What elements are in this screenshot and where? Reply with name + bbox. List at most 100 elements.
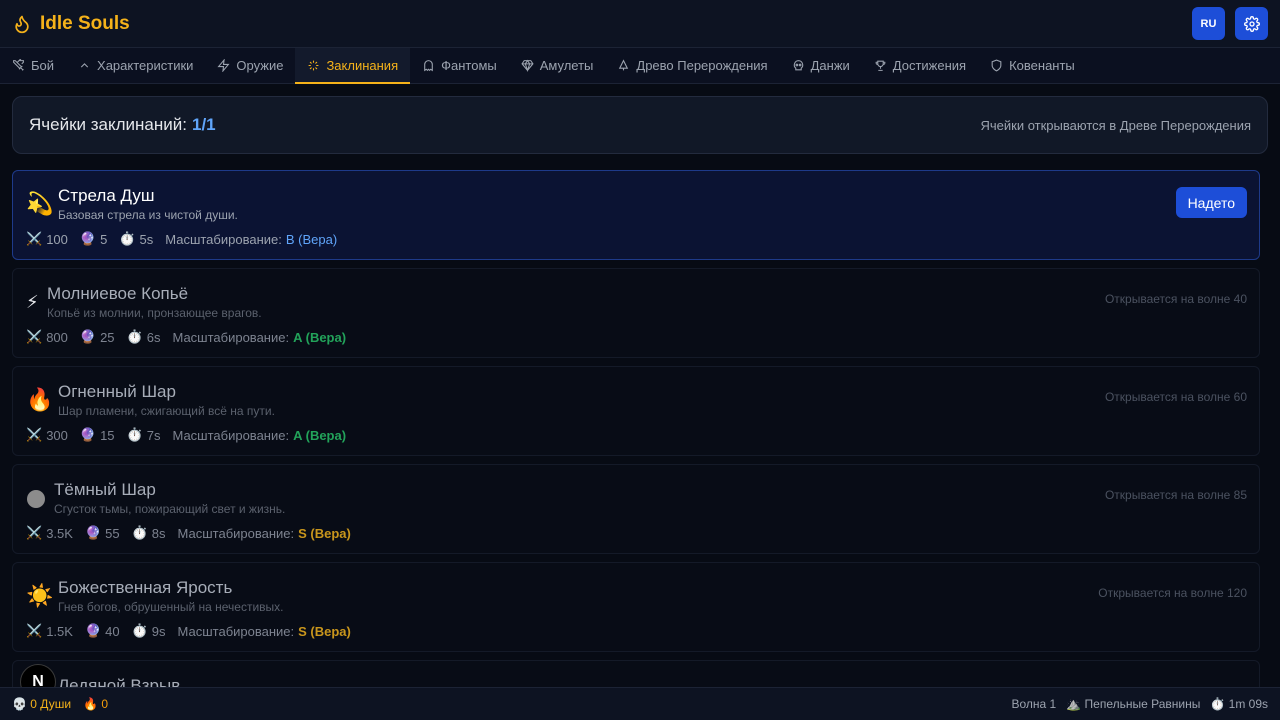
skull-icon bbox=[793, 60, 803, 71]
cooldown-value: 5s bbox=[139, 231, 154, 247]
mana-icon: 🔮 bbox=[79, 427, 97, 442]
equipped-button[interactable]: Надето bbox=[1175, 187, 1247, 218]
scaling-value: S (Вера) bbox=[298, 525, 351, 541]
slots-value: 1/1 bbox=[191, 115, 216, 134]
trophy-icon bbox=[875, 60, 886, 71]
mana-icon: 🔮 bbox=[79, 329, 97, 344]
scaling-value: B (Вера) bbox=[285, 231, 338, 247]
tab-label: Древо Перерождения bbox=[636, 58, 768, 73]
slots-label: Ячейки заклинаний: bbox=[29, 115, 187, 134]
header: Idle Souls RU bbox=[0, 0, 1280, 48]
dark-orb-icon bbox=[26, 485, 45, 514]
bolt-icon bbox=[217, 59, 230, 72]
mountain-icon: ⛰️ bbox=[1066, 697, 1082, 711]
tab-weapons[interactable]: Оружие bbox=[205, 48, 295, 83]
language-button[interactable]: RU bbox=[1192, 7, 1225, 40]
tab-spells[interactable]: Заклинания bbox=[295, 48, 411, 84]
fire-icon: 🔥 bbox=[26, 387, 54, 412]
tab-phantoms[interactable]: Фантомы bbox=[410, 48, 509, 83]
spell-card-lightning-spear[interactable]: ⚡ Молниевое Копьё Копьё из молнии, пронз… bbox=[12, 268, 1260, 358]
spell-name: Божественная Ярость bbox=[58, 578, 233, 597]
scaling-value: A (Вера) bbox=[293, 329, 347, 345]
mana-value: 55 bbox=[105, 525, 120, 541]
tab-label: Характеристики bbox=[97, 58, 194, 73]
spell-stats: ⚔️ 3.5K 🔮 55 ⏱️ 8s Масштабирование: S (Вера) bbox=[26, 525, 351, 541]
status-bar: 💀 0 Души 🔥 0 Волна 1 ⛰️ Пепельные Равнин… bbox=[0, 687, 1280, 720]
lightning-icon: ⚡ bbox=[26, 292, 39, 312]
damage-value: 3.5K bbox=[46, 525, 73, 541]
slots-note: Ячейки открываются в Древе Перерождения bbox=[980, 117, 1251, 133]
unlock-note: Открывается на волне 85 bbox=[1104, 488, 1247, 502]
unlock-note: Открывается на волне 120 bbox=[1098, 586, 1247, 600]
gem-icon bbox=[521, 59, 534, 72]
damage-icon: ⚔️ bbox=[26, 427, 43, 442]
embers-counter: 🔥 0 bbox=[83, 697, 109, 711]
damage-value: 100 bbox=[46, 231, 68, 247]
ghost-icon bbox=[424, 60, 433, 72]
gear-icon bbox=[1243, 15, 1260, 32]
tab-battle[interactable]: Бой bbox=[0, 48, 66, 83]
main-tabs: Бой Характеристики Оружие Заклинания Фан… bbox=[0, 48, 1280, 84]
scaling-value: S (Вера) bbox=[298, 623, 351, 639]
cooldown-icon: ⏱️ bbox=[119, 231, 136, 246]
damage-icon: ⚔️ bbox=[26, 623, 43, 638]
spell-stats: ⚔️ 300 🔮 15 ⏱️ 7s Масштабирование: A (Вера) bbox=[26, 427, 346, 443]
spell-card-ice-blast[interactable]: Ледяной Взрыв bbox=[12, 660, 1260, 687]
spell-desc: Базовая стрела из чистой души. bbox=[58, 208, 238, 222]
skull-icon: 💀 bbox=[12, 697, 27, 711]
spell-stats: ⚔️ 1.5K 🔮 40 ⏱️ 9s Масштабирование: S (Вера) bbox=[26, 623, 351, 639]
cooldown-value: 7s bbox=[146, 427, 161, 443]
damage-value: 800 bbox=[46, 329, 68, 345]
tab-rebirth-tree[interactable]: Древо Перерождения bbox=[605, 48, 779, 83]
tab-stats[interactable]: Характеристики bbox=[66, 48, 205, 83]
spell-desc: Копьё из молнии, пронзающее врагов. bbox=[47, 306, 262, 320]
wave-indicator: Волна 1 bbox=[1011, 697, 1057, 711]
spell-name: Стрела Душ bbox=[58, 186, 155, 205]
spell-card-fireball[interactable]: 🔥 Огненный Шар Шар пламени, сжигающий вс… bbox=[12, 366, 1260, 456]
spell-name: Молниевое Копьё bbox=[47, 284, 189, 303]
spell-name: Огненный Шар bbox=[58, 382, 176, 401]
spell-card-divine-fury[interactable]: ☀️ Божественная Ярость Гнев богов, обруш… bbox=[12, 562, 1260, 652]
soul-arrow-icon: 💫 bbox=[26, 191, 54, 216]
cooldown-value: 8s bbox=[151, 525, 166, 541]
damage-icon: ⚔️ bbox=[26, 231, 43, 246]
scaling-label: Масштабирование: bbox=[177, 525, 295, 541]
spells-panel: Ячейки заклинаний: 1/1 Ячейки открываютс… bbox=[12, 96, 1268, 687]
play-time: ⏱️ 1m 09s bbox=[1210, 697, 1268, 711]
chevron-up-icon bbox=[80, 63, 89, 68]
sparkles-icon bbox=[309, 60, 319, 71]
scaling-value: A (Вера) bbox=[293, 427, 347, 443]
cooldown-value: 9s bbox=[151, 623, 166, 639]
tab-label: Бой bbox=[31, 58, 55, 73]
app-logo[interactable]: Idle Souls bbox=[12, 13, 130, 35]
unlock-note: Открывается на волне 40 bbox=[1104, 292, 1247, 306]
cooldown-icon: ⏱️ bbox=[126, 329, 143, 344]
scaling-label: Масштабирование: bbox=[177, 623, 295, 639]
sun-icon: ☀️ bbox=[26, 583, 54, 608]
tab-label: Фантомы bbox=[441, 58, 497, 73]
settings-button[interactable] bbox=[1235, 7, 1268, 40]
spell-card-dark-orb[interactable]: Тёмный Шар Сгусток тьмы, пожирающий свет… bbox=[12, 464, 1260, 554]
souls-counter: 💀 0 Души bbox=[12, 697, 72, 711]
tab-label: Заклинания bbox=[326, 58, 399, 73]
tree-icon bbox=[619, 59, 629, 71]
spell-card-soul-arrow[interactable]: 💫 Стрела Душ Базовая стрела из чистой ду… bbox=[12, 170, 1260, 260]
tab-label: Ковенанты bbox=[1009, 58, 1075, 73]
scaling-label: Масштабирование: bbox=[172, 427, 290, 443]
cooldown-value: 6s bbox=[146, 329, 161, 345]
tab-dungeons[interactable]: Данжи bbox=[780, 48, 862, 83]
timer-icon: ⏱️ bbox=[1210, 697, 1226, 711]
cooldown-icon: ⏱️ bbox=[126, 427, 143, 442]
spell-name: Тёмный Шар bbox=[54, 480, 156, 499]
mana-icon: 🔮 bbox=[84, 525, 102, 540]
spell-desc: Шар пламени, сжигающий всё на пути. bbox=[58, 404, 275, 418]
spell-stats: ⚔️ 800 🔮 25 ⏱️ 6s Масштабирование: A (Вера) bbox=[26, 329, 346, 345]
mana-value: 25 bbox=[100, 329, 115, 345]
tab-amulets[interactable]: Амулеты bbox=[509, 48, 606, 83]
tab-achievements[interactable]: Достижения bbox=[862, 48, 978, 83]
damage-icon: ⚔️ bbox=[26, 525, 43, 540]
mana-value: 15 bbox=[100, 427, 115, 443]
tab-covenants[interactable]: Ковенанты bbox=[978, 48, 1087, 83]
scaling-label: Масштабирование: bbox=[172, 329, 290, 345]
damage-value: 300 bbox=[46, 427, 68, 443]
